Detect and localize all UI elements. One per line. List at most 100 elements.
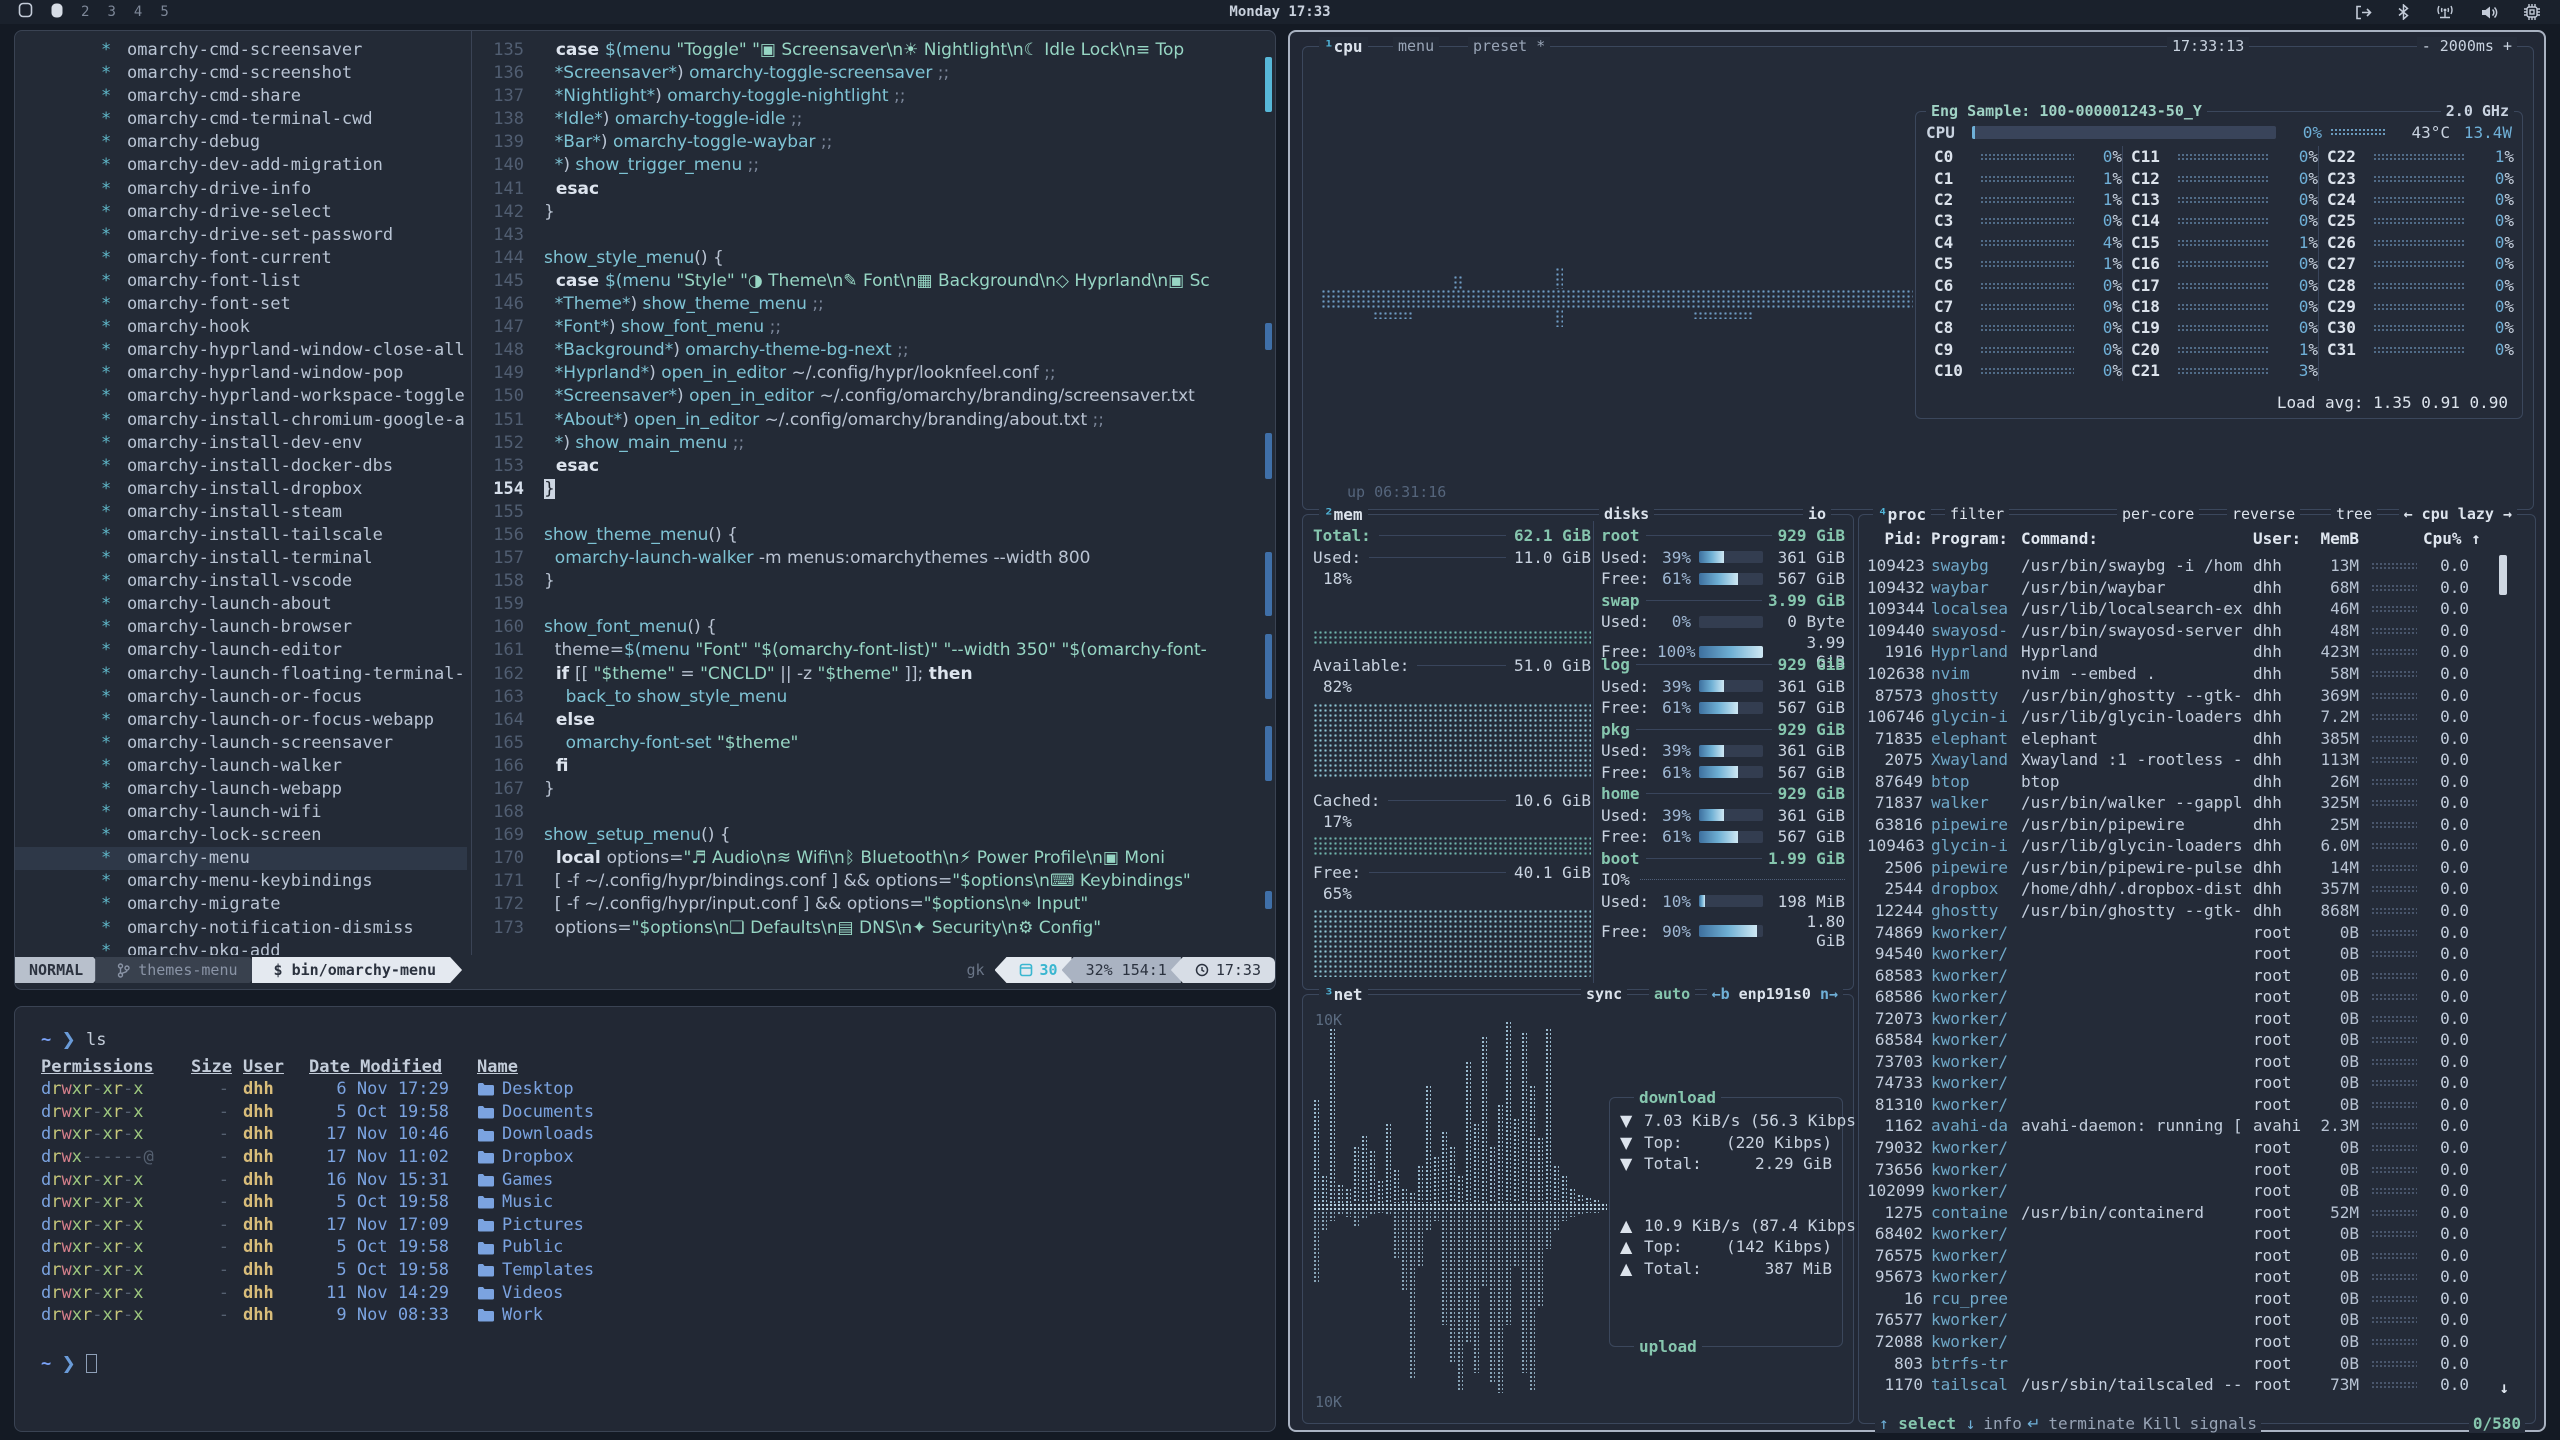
- file-item[interactable]: *omarchy-font-current: [15, 247, 467, 270]
- sync-tab[interactable]: sync: [1581, 985, 1627, 1003]
- code-line[interactable]: 163 back_to show_style_menu: [472, 686, 1263, 709]
- workspace-4[interactable]: 4: [134, 4, 142, 20]
- file-item[interactable]: *omarchy-install-steam: [15, 501, 467, 524]
- file-item[interactable]: *omarchy-launch-wifi: [15, 801, 467, 824]
- menu-tab[interactable]: menu: [1393, 37, 1439, 55]
- code-line[interactable]: 161 theme=$(menu "Font" "$(omarchy-font-…: [472, 639, 1263, 662]
- code-line[interactable]: 146 *Theme*) show_theme_menu ;;: [472, 293, 1263, 316]
- process-row[interactable]: 79032kworker/root0B0.0: [1867, 1137, 2491, 1159]
- file-item[interactable]: *omarchy-launch-or-focus: [15, 686, 467, 709]
- scroll-down-arrow[interactable]: ↓: [2499, 1378, 2509, 1397]
- file-item[interactable]: *omarchy-launch-browser: [15, 616, 467, 639]
- code-line[interactable]: 138 *Idle*) omarchy-toggle-idle ;;: [472, 108, 1263, 131]
- net-box-title[interactable]: ³net: [1319, 985, 1368, 1004]
- process-row[interactable]: 68583kworker/root0B0.0: [1867, 964, 2491, 986]
- interval-control[interactable]: - 2000ms +: [2417, 37, 2517, 55]
- code-line[interactable]: 164 else: [472, 709, 1263, 732]
- process-row[interactable]: 87573ghostty/usr/bin/ghostty --gtk-dhh36…: [1867, 684, 2491, 706]
- code-line[interactable]: 149 *Hyprland*) open_in_editor ~/.config…: [472, 362, 1263, 385]
- sort-selector[interactable]: ← cpu lazy →: [2399, 505, 2517, 523]
- process-row[interactable]: 76577kworker/root0B0.0: [1867, 1309, 2491, 1331]
- file-item[interactable]: *omarchy-hyprland-window-pop: [15, 362, 467, 385]
- preset-tab[interactable]: preset *: [1468, 37, 1550, 55]
- proc-scrollbar-thumb[interactable]: [2499, 555, 2507, 595]
- file-item[interactable]: *omarchy-pkg-add: [15, 940, 467, 955]
- file-item[interactable]: *omarchy-drive-set-password: [15, 224, 467, 247]
- mem-box-title[interactable]: ²mem: [1319, 505, 1368, 524]
- file-item[interactable]: *omarchy-font-list: [15, 270, 467, 293]
- reverse-tab[interactable]: reverse: [2227, 505, 2300, 523]
- process-row[interactable]: 87649btopbtopdhh26M0.0: [1867, 770, 2491, 792]
- code-line[interactable]: 158}: [472, 570, 1263, 593]
- logout-icon[interactable]: [2355, 5, 2372, 20]
- process-row[interactable]: 803btrfs-trroot0B0.0: [1867, 1352, 2491, 1374]
- code-line[interactable]: 170 local options="♬ Audio\n≋ Wifi\nᛒ Bl…: [472, 847, 1263, 870]
- code-line[interactable]: 144show_style_menu() {: [472, 247, 1263, 270]
- auto-tab[interactable]: auto: [1649, 985, 1695, 1003]
- code-line[interactable]: 162 if [[ "$theme" = "CNCLD" || -z "$the…: [472, 663, 1263, 686]
- code-line[interactable]: 171 [ -f ~/.config/hypr/bindings.conf ] …: [472, 870, 1263, 893]
- process-row[interactable]: 1162avahi-daavahi-daemon: running [avahi…: [1867, 1115, 2491, 1137]
- code-line[interactable]: 145 case $(menu "Style" "◑ Theme\n✎ Font…: [472, 270, 1263, 293]
- file-item[interactable]: *omarchy-hook: [15, 316, 467, 339]
- code-line[interactable]: 148 *Background*) omarchy-theme-bg-next …: [472, 339, 1263, 362]
- file-item[interactable]: *omarchy-cmd-terminal-cwd: [15, 108, 467, 131]
- code-line[interactable]: 165 omarchy-font-set "$theme": [472, 732, 1263, 755]
- tree-tab[interactable]: tree: [2331, 505, 2377, 523]
- select-action[interactable]: ↑ select ↓: [1875, 1414, 1979, 1433]
- network-icon[interactable]: [2435, 4, 2455, 20]
- code-line[interactable]: 159: [472, 593, 1263, 616]
- file-item[interactable]: *omarchy-cmd-screenshot: [15, 62, 467, 85]
- file-item[interactable]: *omarchy-drive-select: [15, 201, 467, 224]
- code-line[interactable]: 166 fi: [472, 755, 1263, 778]
- file-item[interactable]: *omarchy-launch-walker: [15, 755, 467, 778]
- kill-action[interactable]: Kill: [2139, 1414, 2186, 1433]
- code-line[interactable]: 173 options="$options\n❏ Defaults\n▤ DNS…: [472, 917, 1263, 940]
- volume-icon[interactable]: [2481, 5, 2498, 20]
- code-line[interactable]: 147 *Font*) show_font_menu ;;: [472, 316, 1263, 339]
- file-item[interactable]: *omarchy-migrate: [15, 893, 467, 916]
- file-item[interactable]: *omarchy-launch-or-focus-webapp: [15, 709, 467, 732]
- code-line[interactable]: 136 *Screensaver*) omarchy-toggle-screen…: [472, 62, 1263, 85]
- code-line[interactable]: 168: [472, 801, 1263, 824]
- file-item[interactable]: *omarchy-install-docker-dbs: [15, 455, 467, 478]
- prompt-line-2[interactable]: ~ ❯: [41, 1353, 1249, 1376]
- code-line[interactable]: 135 case $(menu "Toggle" "▣ Screensaver\…: [472, 39, 1263, 62]
- per-core-tab[interactable]: per-core: [2117, 505, 2199, 523]
- code-line[interactable]: 154}: [472, 478, 1263, 501]
- file-item[interactable]: *omarchy-dev-add-migration: [15, 154, 467, 177]
- code-line[interactable]: 139 *Bar*) omarchy-toggle-waybar ;;: [472, 131, 1263, 154]
- code-line[interactable]: 156show_theme_menu() {: [472, 524, 1263, 547]
- workspace-3[interactable]: 3: [107, 4, 115, 20]
- code-line[interactable]: 140 *) show_trigger_menu ;;: [472, 154, 1263, 177]
- file-item[interactable]: *omarchy-lock-screen: [15, 824, 467, 847]
- process-row[interactable]: 12244ghostty/usr/bin/ghostty --gtk-dhh86…: [1867, 900, 2491, 922]
- io-tab[interactable]: io: [1803, 505, 1831, 523]
- file-item[interactable]: *omarchy-launch-webapp: [15, 778, 467, 801]
- process-row[interactable]: 74869kworker/root0B0.0: [1867, 921, 2491, 943]
- signals-action[interactable]: signals: [2186, 1414, 2261, 1433]
- process-row[interactable]: 1275containe/usr/bin/containerdroot52M0.…: [1867, 1201, 2491, 1223]
- process-row[interactable]: 2075XwaylandXwayland :1 -rootless -dhh11…: [1867, 749, 2491, 771]
- disks-tab[interactable]: disks: [1599, 505, 1654, 523]
- code-line[interactable]: 172 [ -f ~/.config/hypr/input.conf ] && …: [472, 893, 1263, 916]
- code-line[interactable]: 150 *Screensaver*) open_in_editor ~/.con…: [472, 385, 1263, 408]
- process-row[interactable]: 109432waybar/usr/bin/waybardhh68M0.0: [1867, 577, 2491, 599]
- process-row[interactable]: 2544dropbox/home/dhh/.dropbox-distdhh357…: [1867, 878, 2491, 900]
- file-item[interactable]: *omarchy-hyprland-workspace-toggle: [15, 385, 467, 408]
- bluetooth-icon[interactable]: [2398, 4, 2409, 20]
- process-row[interactable]: 2506pipewire/usr/bin/pipewire-pulsedhh14…: [1867, 857, 2491, 879]
- process-row[interactable]: 102099kworker/root0B0.0: [1867, 1180, 2491, 1202]
- file-item[interactable]: *omarchy-debug: [15, 131, 467, 154]
- cpu-box-title[interactable]: ¹cpu: [1319, 37, 1368, 56]
- code-line[interactable]: 142}: [472, 201, 1263, 224]
- process-row[interactable]: 16rcu_preeroot0B0.0: [1867, 1288, 2491, 1310]
- process-row[interactable]: 1170tailscal/usr/sbin/tailscaled --root7…: [1867, 1374, 2491, 1396]
- process-row[interactable]: 74733kworker/root0B0.0: [1867, 1072, 2491, 1094]
- process-row[interactable]: 94540kworker/root0B0.0: [1867, 943, 2491, 965]
- code-line[interactable]: 167}: [472, 778, 1263, 801]
- code-line[interactable]: 143: [472, 224, 1263, 247]
- info-action[interactable]: info ↵: [1979, 1414, 2044, 1433]
- process-row[interactable]: 81310kworker/root0B0.0: [1867, 1094, 2491, 1116]
- process-row[interactable]: 68586kworker/root0B0.0: [1867, 986, 2491, 1008]
